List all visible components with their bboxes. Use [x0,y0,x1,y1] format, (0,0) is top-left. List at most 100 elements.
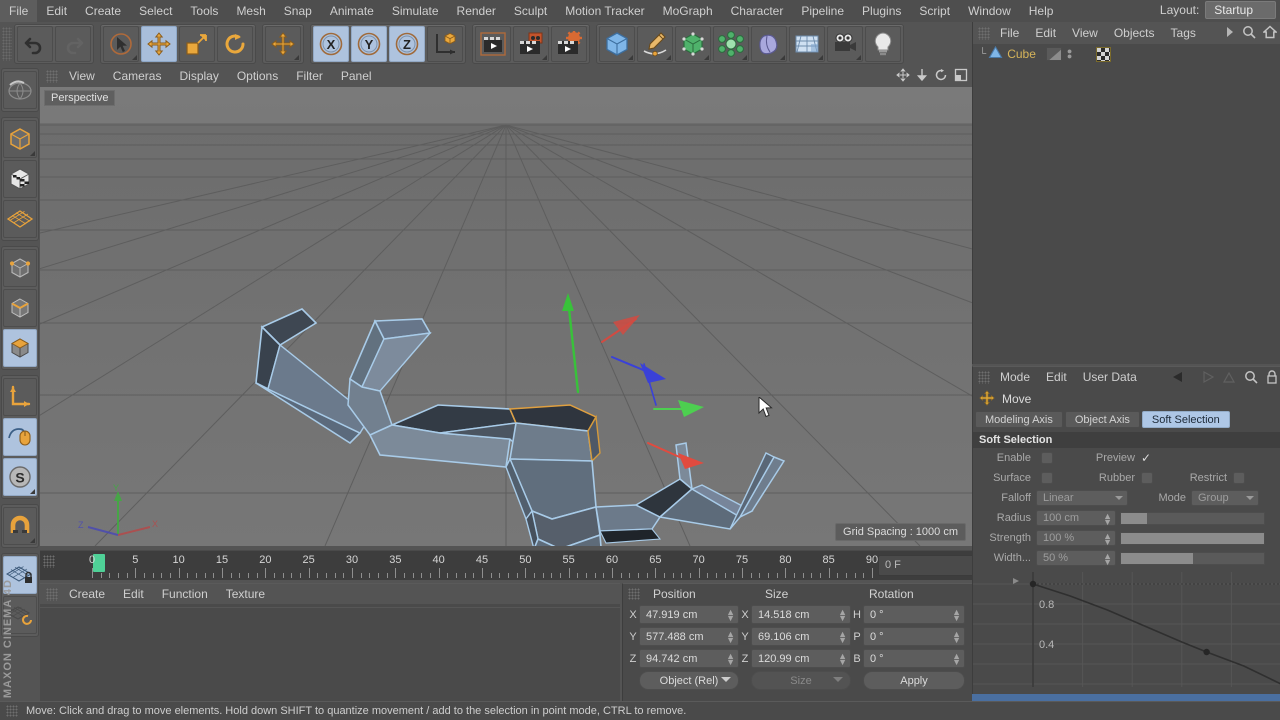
add-spline-pen-button[interactable] [637,26,673,62]
tab-soft-selection[interactable]: Soft Selection [1141,411,1230,428]
spinner-icon[interactable]: ▲ ▼ [726,630,735,645]
object-menu-objects[interactable]: Objects [1106,22,1163,44]
add-scene-object-button[interactable] [751,26,787,62]
menu-sculpt[interactable]: Sculpt [505,0,556,22]
object-list-item-cube[interactable]: └ Cube ● ● [973,44,1280,64]
add-light-button[interactable] [865,26,901,62]
object-menu-edit[interactable]: Edit [1027,22,1064,44]
enable-axis-modification-button[interactable] [3,418,37,456]
search-icon[interactable] [1244,370,1258,387]
falloff-curve-graph[interactable]: 0.4 0.8 [973,572,1280,687]
coord-size-x-field[interactable]: 14.518 cm ▲ ▼ [751,605,851,624]
spinner-icon[interactable]: ▲ ▼ [952,608,961,623]
undo-button[interactable] [17,26,53,62]
menu-script[interactable]: Script [910,0,959,22]
coord-size-y-field[interactable]: 69.106 cm ▲ ▼ [751,627,851,646]
falloff-dropdown[interactable]: Linear [1036,490,1128,506]
coord-rotation-h-field[interactable]: 0 ° ▲ ▼ [863,605,965,624]
attribute-manager-grip[interactable] [978,371,990,384]
up-arrow-icon[interactable] [1222,371,1236,387]
object-menu-view[interactable]: View [1064,22,1106,44]
spinner-icon[interactable]: ▲ ▼ [952,652,961,667]
points-mode-button[interactable] [3,249,37,287]
material-menu-edit[interactable]: Edit [114,584,153,604]
material-menu-function[interactable]: Function [153,584,217,604]
tab-object-axis[interactable]: Object Axis [1064,411,1140,428]
surface-checkbox[interactable] [1041,472,1053,484]
viewport-menu-options[interactable]: Options [228,66,287,87]
width-field[interactable]: 50 % ▲ ▼ [1036,550,1116,567]
polygons-mode-button[interactable] [3,329,37,367]
menu-mesh[interactable]: Mesh [227,0,274,22]
search-icon[interactable] [1242,25,1256,42]
make-editable-button[interactable] [3,120,37,158]
texture-mode-button[interactable] [3,160,37,198]
menu-tools[interactable]: Tools [181,0,227,22]
zoom-view-icon[interactable] [916,68,928,85]
panel-scroll-indicator[interactable] [972,694,1280,701]
radius-field[interactable]: 100 cm ▲ ▼ [1036,510,1116,527]
add-environment-button[interactable] [789,26,825,62]
rotate-tool-button[interactable] [217,26,253,62]
timeline-grip[interactable] [43,555,55,568]
visibility-toggle-icon[interactable]: ● ● [1067,47,1072,61]
attr-menu-edit[interactable]: Edit [1038,367,1075,388]
back-arrow-icon[interactable] [1172,371,1190,386]
strength-field[interactable]: 100 % ▲ ▼ [1036,530,1116,547]
coord-system-dropdown[interactable]: Object (Rel) [639,671,739,690]
menu-mograph[interactable]: MoGraph [654,0,722,22]
attr-menu-user-data[interactable]: User Data [1075,367,1145,388]
render-view-button[interactable] [475,26,511,62]
redo-button[interactable] [55,26,91,62]
mode-dropdown[interactable]: Group [1191,490,1259,506]
add-camera-button[interactable] [827,26,863,62]
add-cube-button[interactable] [599,26,635,62]
tab-modeling-axis[interactable]: Modeling Axis [975,411,1063,428]
axis-y-button[interactable]: Y [351,26,387,62]
viewport-menu-view[interactable]: View [60,66,104,87]
menu-select[interactable]: Select [130,0,181,22]
selection-tag-icon[interactable] [1096,46,1112,62]
axis-x-button[interactable]: X [313,26,349,62]
viewport-menu-display[interactable]: Display [170,66,227,87]
coord-position-y-field[interactable]: 577.488 cm ▲ ▼ [639,627,739,646]
move-tool-button[interactable] [141,26,177,62]
viewport-menu-cameras[interactable]: Cameras [104,66,171,87]
toolbar-grip[interactable] [2,27,12,61]
object-manager-grip[interactable] [978,26,990,40]
axis-z-button[interactable]: Z [389,26,425,62]
material-list[interactable] [40,608,620,706]
attr-menu-mode[interactable]: Mode [992,367,1038,388]
edges-mode-button[interactable] [3,289,37,327]
magnet-tool-button[interactable] [3,507,37,545]
maximize-view-icon[interactable] [954,68,968,85]
spinner-icon[interactable]: ▲ ▼ [1103,512,1112,527]
coord-position-x-field[interactable]: 47.919 cm ▲ ▼ [639,605,739,624]
spinner-icon[interactable]: ▲ ▼ [838,608,847,623]
menu-plugins[interactable]: Plugins [853,0,910,22]
material-grip[interactable] [46,587,58,601]
spinner-icon[interactable]: ▲ ▼ [838,652,847,667]
layout-dropdown[interactable]: Startup [1205,1,1276,19]
workplane-mode-button[interactable] [3,200,37,238]
menu-motion-tracker[interactable]: Motion Tracker [556,0,653,22]
scale-tool-button[interactable] [179,26,215,62]
spinner-icon[interactable]: ▲ ▼ [726,608,735,623]
forward-arrow-icon[interactable] [1198,370,1215,386]
move-tool-secondary-button[interactable] [265,26,301,62]
visibility-dots-icon[interactable] [1045,47,1062,61]
menu-create[interactable]: Create [76,0,130,22]
menu-render[interactable]: Render [448,0,505,22]
pan-view-icon[interactable] [896,68,910,85]
home-icon[interactable] [1262,25,1278,42]
undo-view-button[interactable] [3,71,37,109]
viewport-3d[interactable]: Perspective Y X Z Grid Spacing: 1000 cm [40,87,972,546]
coord-rotation-b-field[interactable]: 0 ° ▲ ▼ [863,649,965,668]
lock-icon[interactable] [1266,370,1278,387]
material-menu-texture[interactable]: Texture [217,584,274,604]
rubber-checkbox[interactable] [1141,472,1153,484]
viewport-menu-filter[interactable]: Filter [287,66,332,87]
spinner-icon[interactable]: ▲ ▼ [1103,552,1112,567]
coord-rotation-p-field[interactable]: 0 ° ▲ ▼ [863,627,965,646]
material-menu-create[interactable]: Create [60,584,114,604]
